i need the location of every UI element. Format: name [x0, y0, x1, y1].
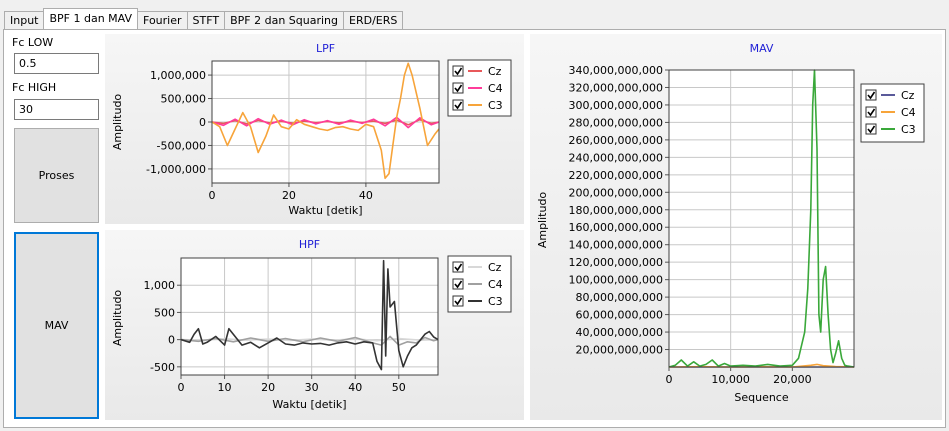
proses-button[interactable]: Proses	[14, 128, 99, 223]
hpf-x-axis-label: Waktu [detik]	[272, 398, 346, 411]
mav-plot-area	[669, 70, 854, 367]
mav-y-tick-label: 340,000,000,000	[569, 64, 663, 77]
hpf-x-tick-label: 30	[305, 381, 319, 394]
mav-legend-label: Cz	[901, 89, 915, 102]
hpf-legend-label: C3	[488, 295, 503, 308]
fc-low-input[interactable]	[14, 53, 99, 74]
hpf-y-tick-label: 1,000	[144, 279, 176, 292]
mav-button[interactable]: MAV	[14, 232, 99, 419]
tab-strip: Input BPF 1 dan MAV Fourier STFT BPF 2 d…	[4, 8, 404, 29]
tab-bpf2-squaring[interactable]: BPF 2 dan Squaring	[224, 11, 344, 29]
lpf-x-tick-label: 20	[282, 189, 296, 202]
mav-x-axis-label: Sequence	[734, 391, 788, 404]
hpf-chart: HPF 1,000 500 0 -500 0 10 20 30 40 50 Waktu [detik]…	[105, 230, 524, 420]
hpf-x-tick-label: 20	[261, 381, 275, 394]
mav-y-tick-label: 260,000,000,000	[569, 134, 663, 147]
hpf-y-tick-label: 500	[154, 306, 175, 319]
mav-y-tick-label: 160,000,000,000	[569, 221, 663, 234]
mav-chart-svg: MAV 340,000,000,000 320,000,000,000 300,000…	[536, 42, 925, 404]
hpf-plot-area	[181, 258, 438, 375]
mav-y-tick-label: 240,000,000,000	[569, 151, 663, 164]
fc-low-label: Fc LOW	[12, 36, 54, 49]
tab-stft[interactable]: STFT	[186, 11, 226, 29]
tab-bpf1-mav[interactable]: BPF 1 dan MAV	[43, 8, 139, 29]
mav-chart: MAV 340,000,000,000 320,000,000,000 300,000…	[530, 34, 942, 420]
mav-y-tick-label: 80,000,000,000	[576, 291, 663, 304]
mav-y-tick-label: 180,000,000,000	[569, 204, 663, 217]
hpf-x-tick-label: 10	[218, 381, 232, 394]
hpf-chart-svg: HPF1,0005000-5000 10 20 30 40 50Waktu [detik]…	[111, 238, 512, 411]
tab-input[interactable]: Input	[4, 11, 45, 29]
mav-chart-title: MAV	[750, 42, 774, 55]
lpf-y-tick-label: 1,000,000	[150, 69, 206, 82]
mav-y-tick-label: 200,000,000,000	[569, 186, 663, 199]
lpf-legend-label: C3	[488, 99, 503, 112]
fc-high-label: Fc HIGH	[12, 81, 57, 94]
lpf-x-tick-label: 0	[209, 189, 216, 202]
hpf-y-tick-label: -500	[150, 361, 175, 374]
mav-y-tick-label: 100,000,000,000	[569, 274, 663, 287]
lpf-chart-title: LPF	[316, 42, 335, 55]
lpf-x-tick-label: 40	[359, 189, 373, 202]
lpf-y-tick-label: 0	[199, 116, 206, 129]
mav-y-tick-label: 60,000,000,000	[576, 309, 663, 322]
mav-y-tick-label: 20,000,000,000	[576, 344, 663, 357]
tab-panel: Fc LOW Fc HIGH Proses MAV LPF 1,000,000 50…	[3, 29, 946, 428]
hpf-legend-label: Cz	[488, 261, 502, 274]
lpf-y-tick-label: 500,000	[161, 93, 207, 106]
mav-y-tick-label: 280,000,000,000	[569, 116, 663, 129]
hpf-y-tick-label: 0	[168, 334, 175, 347]
mav-x-tick-label: 10,000	[711, 373, 750, 386]
lpf-y-axis-label: Amplitudo	[111, 94, 124, 151]
lpf-y-tick-label: -1,000,000	[146, 163, 206, 176]
hpf-x-tick-label: 50	[392, 381, 406, 394]
tab-fourier[interactable]: Fourier	[137, 11, 188, 29]
mav-y-tick-label: 220,000,000,000	[569, 169, 663, 182]
tab-erd-ers[interactable]: ERD/ERS	[343, 11, 404, 29]
mav-y-tick-label: 140,000,000,000	[569, 239, 663, 252]
mav-legend-label: C3	[901, 123, 916, 136]
hpf-x-tick-label: 0	[178, 381, 185, 394]
lpf-y-tick-label: -500,000	[157, 139, 206, 152]
hpf-y-axis-label: Amplitudo	[111, 290, 124, 347]
lpf-chart: LPF 1,000,000 500,000 0 -500,000 -1,000,000 0 2…	[105, 34, 524, 224]
mav-x-tick-label: 20,000	[773, 373, 812, 386]
hpf-legend-label: C4	[488, 278, 503, 291]
mav-y-tick-label: 320,000,000,000	[569, 81, 663, 94]
lpf-x-axis-label: Waktu [detik]	[288, 204, 362, 217]
mav-x-tick-label: 0	[666, 373, 673, 386]
fc-high-input[interactable]	[14, 99, 99, 120]
lpf-legend-label: C4	[488, 82, 503, 95]
mav-y-axis-label: Amplitudo	[536, 192, 549, 249]
lpf-legend-label: Cz	[488, 65, 502, 78]
mav-y-tick-label: 120,000,000,000	[569, 256, 663, 269]
mav-legend-label: C4	[901, 106, 916, 119]
mav-y-tick-label: 40,000,000,000	[576, 326, 663, 339]
mav-y-tick-label: 300,000,000,000	[569, 99, 663, 112]
hpf-chart-title: HPF	[299, 238, 320, 251]
lpf-chart-svg: LPF1,000,000500,0000-500,000-1,000,0000 2…	[111, 42, 512, 217]
hpf-x-tick-label: 40	[348, 381, 362, 394]
